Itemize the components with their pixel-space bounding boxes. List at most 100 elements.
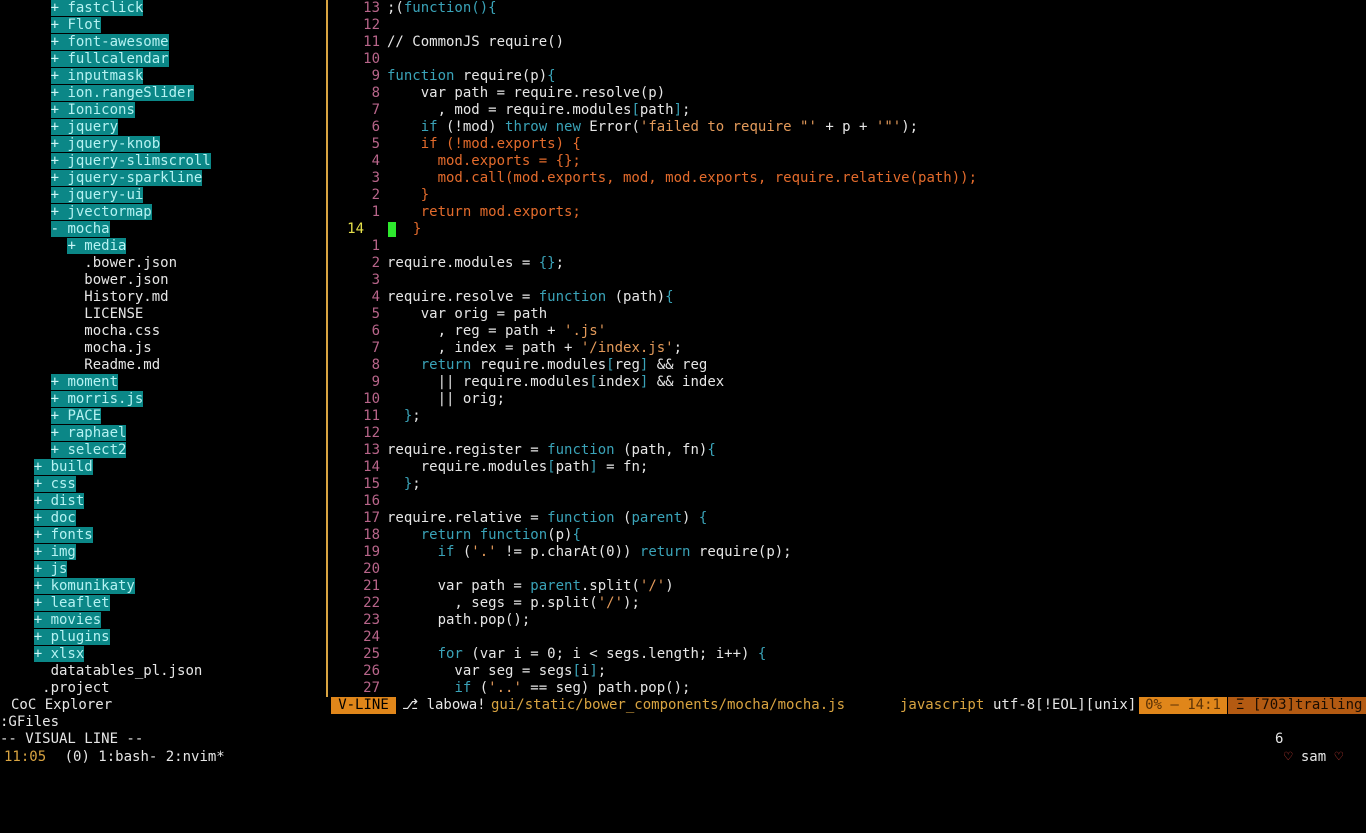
tree-file[interactable]: LICENSE: [0, 306, 326, 323]
expand-icon[interactable]: +: [50, 119, 68, 135]
expand-icon[interactable]: +: [33, 646, 51, 662]
code-line[interactable]: 9 || require.modules[index] && index: [330, 374, 1366, 391]
tree-folder[interactable]: + dist: [0, 493, 326, 510]
tree-file[interactable]: mocha.js: [0, 340, 326, 357]
code-line[interactable]: 27 if ('..' == seg) path.pop();: [330, 680, 1366, 697]
tree-folder[interactable]: + Flot: [0, 17, 326, 34]
tree-folder[interactable]: + movies: [0, 612, 326, 629]
tree-folder[interactable]: + ion.rangeSlider: [0, 85, 326, 102]
tmux-windows[interactable]: (0) 1:bash- 2:nvim*: [65, 749, 225, 765]
expand-icon[interactable]: +: [50, 102, 68, 118]
expand-icon[interactable]: +: [50, 51, 68, 67]
code-line[interactable]: 6 if (!mod) throw new Error('failed to r…: [330, 119, 1366, 136]
code-line[interactable]: 12: [330, 425, 1366, 442]
code-line[interactable]: 7 , index = path + '/index.js';: [330, 340, 1366, 357]
code-line[interactable]: 10 || orig;: [330, 391, 1366, 408]
expand-icon[interactable]: +: [50, 425, 68, 441]
code-line[interactable]: 20: [330, 561, 1366, 578]
expand-icon[interactable]: +: [33, 476, 51, 492]
tree-folder[interactable]: + xlsx: [0, 646, 326, 663]
expand-icon[interactable]: +: [50, 17, 68, 33]
tree-folder[interactable]: - mocha: [0, 221, 326, 238]
expand-icon[interactable]: +: [33, 629, 51, 645]
tree-folder[interactable]: + jvectormap: [0, 204, 326, 221]
expand-icon[interactable]: +: [50, 170, 68, 186]
code-line[interactable]: 13 ;(function(){: [330, 0, 1366, 17]
tree-file[interactable]: Readme.md: [0, 357, 326, 374]
expand-icon[interactable]: +: [50, 204, 68, 220]
code-line[interactable]: 10: [330, 51, 1366, 68]
code-line[interactable]: 9 function require(p){: [330, 68, 1366, 85]
expand-icon[interactable]: +: [33, 578, 51, 594]
expand-icon[interactable]: +: [33, 544, 51, 560]
expand-icon[interactable]: +: [50, 187, 68, 203]
tree-file[interactable]: .project: [0, 680, 326, 697]
code-line[interactable]: 4 require.resolve = function (path){: [330, 289, 1366, 306]
expand-icon[interactable]: +: [50, 34, 68, 50]
code-line[interactable]: 3 mod.call(mod.exports, mod, mod.exports…: [330, 170, 1366, 187]
code-line[interactable]: 11 // CommonJS require(): [330, 34, 1366, 51]
code-line[interactable]: 11 };: [330, 408, 1366, 425]
code-line[interactable]: 21 var path = parent.split('/'): [330, 578, 1366, 595]
tree-folder[interactable]: + komunikaty: [0, 578, 326, 595]
tree-folder[interactable]: + doc: [0, 510, 326, 527]
code-line[interactable]: 5 if (!mod.exports) {: [330, 136, 1366, 153]
code-line[interactable]: 8 return require.modules[reg] && reg: [330, 357, 1366, 374]
tree-folder[interactable]: + PACE: [0, 408, 326, 425]
tree-file[interactable]: datatables_pl.json: [0, 663, 326, 680]
expand-icon[interactable]: +: [50, 442, 68, 458]
tree-file[interactable]: bower.json: [0, 272, 326, 289]
expand-icon[interactable]: +: [50, 153, 68, 169]
tree-folder[interactable]: + media: [0, 238, 326, 255]
code-line[interactable]: 24: [330, 629, 1366, 646]
tree-folder[interactable]: + plugins: [0, 629, 326, 646]
code-line[interactable]: 3: [330, 272, 1366, 289]
expand-icon[interactable]: +: [50, 391, 68, 407]
tree-folder[interactable]: + img: [0, 544, 326, 561]
code-line[interactable]: 7 , mod = require.modules[path];: [330, 102, 1366, 119]
tree-folder[interactable]: + fullcalendar: [0, 51, 326, 68]
code-line[interactable]: 6 , reg = path + '.js': [330, 323, 1366, 340]
tree-folder[interactable]: + build: [0, 459, 326, 476]
expand-icon[interactable]: +: [67, 238, 85, 254]
code-line[interactable]: 15 };: [330, 476, 1366, 493]
expand-icon[interactable]: +: [33, 510, 51, 526]
tree-folder[interactable]: + jquery-sparkline: [0, 170, 326, 187]
command-line[interactable]: :GFiles: [0, 714, 59, 731]
tree-folder[interactable]: + inputmask: [0, 68, 326, 85]
expand-icon[interactable]: +: [33, 595, 51, 611]
expand-icon[interactable]: +: [50, 374, 68, 390]
expand-icon[interactable]: +: [33, 612, 51, 628]
expand-icon[interactable]: +: [33, 527, 51, 543]
code-line[interactable]: 25 for (var i = 0; i < segs.length; i++)…: [330, 646, 1366, 663]
code-line[interactable]: 14 }: [330, 221, 1366, 238]
expand-icon[interactable]: +: [50, 68, 68, 84]
code-line[interactable]: 1 return mod.exports;: [330, 204, 1366, 221]
tree-file[interactable]: mocha.css: [0, 323, 326, 340]
tree-folder[interactable]: + select2: [0, 442, 326, 459]
code-line[interactable]: 26 var seg = segs[i];: [330, 663, 1366, 680]
code-line[interactable]: 19 if ('.' != p.charAt(0)) return requir…: [330, 544, 1366, 561]
code-line[interactable]: 17 require.relative = function (parent) {: [330, 510, 1366, 527]
code-line[interactable]: 2 }: [330, 187, 1366, 204]
expand-icon[interactable]: +: [50, 85, 68, 101]
tree-folder[interactable]: + moment: [0, 374, 326, 391]
tree-file[interactable]: .bower.json: [0, 255, 326, 272]
code-editor[interactable]: 13 ;(function(){12 11// CommonJS require()…: [330, 0, 1366, 697]
tree-folder[interactable]: + raphael: [0, 425, 326, 442]
tree-folder[interactable]: + jquery-ui: [0, 187, 326, 204]
code-line[interactable]: 1: [330, 238, 1366, 255]
tree-folder[interactable]: + fonts: [0, 527, 326, 544]
tree-folder[interactable]: + font-awesome: [0, 34, 326, 51]
code-line[interactable]: 4 mod.exports = {};: [330, 153, 1366, 170]
code-line[interactable]: 22 , segs = p.split('/');: [330, 595, 1366, 612]
expand-icon[interactable]: +: [50, 0, 68, 16]
code-line[interactable]: 12: [330, 17, 1366, 34]
expand-icon[interactable]: +: [33, 561, 51, 577]
tree-folder[interactable]: + js: [0, 561, 326, 578]
code-line[interactable]: 16: [330, 493, 1366, 510]
code-line[interactable]: 2 require.modules = {};: [330, 255, 1366, 272]
tree-folder[interactable]: + jquery: [0, 119, 326, 136]
code-line[interactable]: 14 require.modules[path] = fn;: [330, 459, 1366, 476]
expand-icon[interactable]: +: [33, 493, 51, 509]
